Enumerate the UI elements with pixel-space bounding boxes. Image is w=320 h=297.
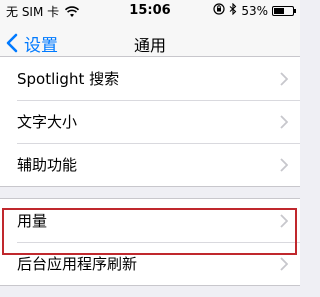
settings-group-usage: 用量 后台应用程序刷新 [0, 198, 300, 286]
chevron-right-icon [280, 213, 289, 228]
status-bar: 无 SIM 卡 15:06 53% [0, 0, 300, 22]
row-label: Spotlight 搜索 [17, 70, 120, 88]
bluetooth-icon [229, 2, 237, 18]
row-label: 后台应用程序刷新 [17, 255, 138, 273]
chevron-right-icon [280, 114, 289, 129]
settings-group-display: Spotlight 搜索 文字大小 辅助功能 [0, 56, 300, 187]
row-background-app-refresh[interactable]: 后台应用程序刷新 [0, 242, 300, 285]
row-accessibility[interactable]: 辅助功能 [0, 143, 300, 186]
row-usage[interactable]: 用量 [0, 199, 300, 242]
chevron-right-icon [280, 157, 289, 172]
chevron-right-icon [280, 256, 289, 271]
page-title: 通用 [133, 36, 166, 55]
battery-percent: 53% [241, 3, 268, 18]
settings-general-screen: 无 SIM 卡 15:06 53% 设置 通用 Spotlight 搜索 文字大… [0, 0, 300, 297]
row-label: 辅助功能 [17, 156, 78, 174]
battery-icon [272, 5, 296, 16]
battery-fill [274, 7, 284, 14]
status-right: 53% [209, 2, 296, 18]
chevron-right-icon [280, 71, 289, 86]
row-text-size[interactable]: 文字大小 [0, 100, 300, 143]
rotation-lock-icon [213, 3, 225, 18]
row-spotlight-search[interactable]: Spotlight 搜索 [0, 57, 300, 100]
row-label: 用量 [17, 212, 48, 230]
row-label: 文字大小 [17, 113, 78, 131]
